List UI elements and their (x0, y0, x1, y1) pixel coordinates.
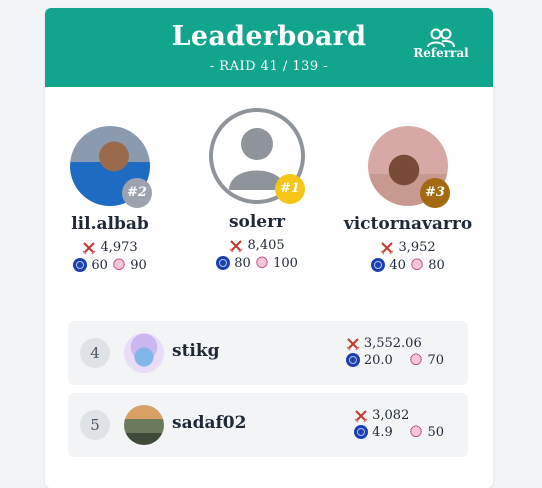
player-stats: 3,082 4.9 50 (353, 407, 444, 441)
referral-button[interactable]: Referral (411, 28, 471, 68)
avatar (124, 333, 164, 373)
steem-coin-icon (216, 256, 231, 270)
rank-badge: #2 (122, 178, 152, 208)
sp-value: 60 (91, 258, 108, 273)
player-stats: 3,552.06 20.0 70 (345, 335, 444, 369)
damage-stat: 8,405 (192, 238, 322, 253)
steem-coin-icon (371, 258, 386, 272)
crossed-swords-icon (380, 242, 394, 255)
reward-stat: 20.0 70 (345, 352, 444, 369)
player-name: stikg (172, 341, 220, 361)
podium-second[interactable]: #2 lil.albab 4,973 60 90 (45, 126, 175, 273)
podium-first[interactable]: #1 solerr 8,405 80 100 (192, 108, 322, 271)
mascot-value: 80 (428, 258, 445, 273)
referral-label: Referral (413, 46, 469, 60)
rank-number: 5 (80, 410, 110, 440)
mascot-value: 100 (273, 256, 298, 271)
rank-number: 4 (80, 338, 110, 368)
player-name: sadaf02 (172, 413, 247, 433)
reward-stat: 40 80 (333, 258, 483, 273)
player-name: solerr (228, 212, 286, 232)
leaderboard-header: Leaderboard - RAID 41 / 139 - Referral (45, 8, 493, 87)
mascot-value: 90 (130, 258, 147, 273)
list-item[interactable]: 5 sadaf02 3,082 4.9 50 (68, 393, 468, 457)
player-name: victornavarro (343, 214, 473, 234)
damage-value: 4,973 (100, 240, 138, 255)
damage-stat: 3,082 (354, 407, 444, 424)
steem-coin-icon (353, 425, 368, 439)
steem-coin-icon (345, 353, 360, 367)
mascot-icon (409, 425, 424, 439)
sp-value: 40 (389, 258, 406, 273)
damage-stat: 4,973 (45, 240, 175, 255)
damage-value: 3,082 (372, 408, 410, 423)
damage-value: 3,952 (398, 240, 436, 255)
mascot-value: 50 (427, 425, 444, 440)
users-icon (427, 28, 455, 48)
mascot-icon (254, 256, 269, 270)
mascot-icon (409, 353, 424, 367)
crossed-swords-icon (346, 338, 360, 351)
crossed-swords-icon (229, 240, 243, 253)
crossed-swords-icon (354, 410, 368, 423)
mascot-icon (410, 258, 425, 272)
damage-stat: 3,552.06 (346, 335, 444, 352)
damage-stat: 3,952 (333, 240, 483, 255)
podium-third[interactable]: #3 victornavarro 3,952 40 80 (333, 126, 483, 273)
rank-badge: #3 (420, 178, 450, 208)
steem-coin-icon (73, 258, 88, 272)
avatar (124, 405, 164, 445)
leaderboard-list: 4 stikg 3,552.06 20.0 70 5 sadaf02 3,082… (68, 321, 468, 465)
list-item[interactable]: 4 stikg 3,552.06 20.0 70 (68, 321, 468, 385)
sp-value: 80 (234, 256, 251, 271)
rank-badge: #1 (275, 174, 305, 204)
mascot-icon (112, 258, 127, 272)
mascot-value: 70 (427, 353, 444, 368)
podium: #2 lil.albab 4,973 60 90 #1 solerr 8,405… (45, 108, 493, 306)
crossed-swords-icon (82, 242, 96, 255)
reward-stat: 4.9 50 (353, 424, 444, 441)
sp-value: 20.0 (363, 353, 393, 368)
reward-stat: 60 90 (45, 258, 175, 273)
sp-value: 4.9 (372, 425, 393, 440)
player-name: lil.albab (71, 214, 149, 234)
leaderboard-card: Leaderboard - RAID 41 / 139 - Referral #… (45, 8, 493, 488)
damage-value: 8,405 (247, 238, 285, 253)
damage-value: 3,552.06 (363, 336, 422, 351)
reward-stat: 80 100 (192, 256, 322, 271)
